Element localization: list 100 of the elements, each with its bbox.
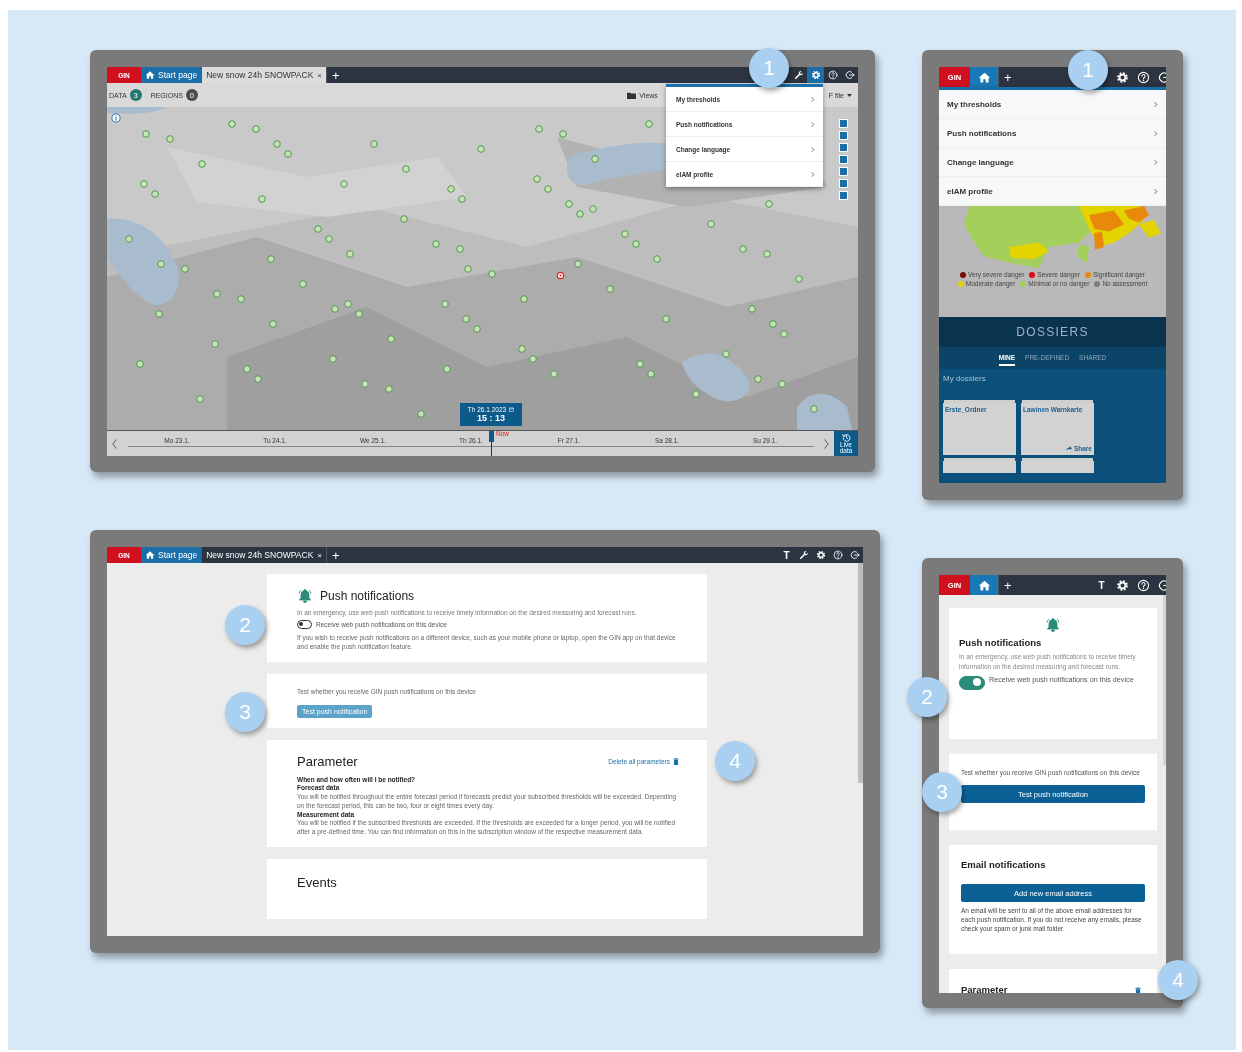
- station-marker[interactable]: [645, 120, 653, 128]
- station-marker[interactable]: [662, 315, 670, 323]
- station-marker[interactable]: [559, 130, 567, 138]
- station-marker[interactable]: [765, 200, 773, 208]
- station-marker[interactable]: [576, 210, 584, 218]
- station-marker[interactable]: [535, 125, 543, 133]
- station-marker[interactable]: [361, 380, 369, 388]
- station-marker[interactable]: [125, 235, 133, 243]
- station-marker[interactable]: [780, 330, 788, 338]
- station-marker[interactable]: [529, 355, 537, 363]
- home-tab[interactable]: Start page: [141, 67, 203, 83]
- station-marker[interactable]: [754, 375, 762, 383]
- station-marker[interactable]: [647, 370, 655, 378]
- station-marker[interactable]: [402, 165, 410, 173]
- station-marker[interactable]: [346, 250, 354, 258]
- station-marker[interactable]: [464, 265, 472, 273]
- station-marker[interactable]: [550, 370, 558, 378]
- station-marker[interactable]: [621, 230, 629, 238]
- station-marker[interactable]: [142, 130, 150, 138]
- close-tab-button[interactable]: ×: [317, 70, 322, 80]
- scrollbar[interactable]: [1163, 595, 1166, 765]
- station-marker[interactable]: [228, 120, 236, 128]
- station-marker[interactable]: [340, 180, 348, 188]
- station-marker[interactable]: [533, 175, 541, 183]
- station-marker[interactable]: [314, 225, 322, 233]
- station-marker[interactable]: [237, 295, 245, 303]
- station-marker[interactable]: [211, 340, 219, 348]
- trash-icon[interactable]: [1135, 987, 1141, 993]
- station-marker[interactable]: [739, 245, 747, 253]
- station-marker[interactable]: [385, 385, 393, 393]
- station-marker[interactable]: [488, 270, 496, 278]
- station-marker[interactable]: [140, 180, 148, 188]
- station-marker[interactable]: [456, 245, 464, 253]
- station-marker[interactable]: [574, 260, 582, 268]
- station-marker[interactable]: [370, 140, 378, 148]
- next-icon[interactable]: [822, 437, 830, 450]
- station-marker[interactable]: [707, 220, 715, 228]
- station-marker[interactable]: [387, 335, 395, 343]
- station-marker[interactable]: [136, 360, 144, 368]
- new-tab-button[interactable]: +: [999, 67, 1017, 87]
- new-tab-button[interactable]: +: [327, 547, 345, 563]
- station-marker[interactable]: [254, 375, 262, 383]
- menu-item[interactable]: My thresholds: [939, 90, 1166, 119]
- text-tool-button[interactable]: T: [778, 547, 795, 563]
- station-marker[interactable]: [462, 315, 470, 323]
- station-marker[interactable]: [269, 320, 277, 328]
- station-marker[interactable]: [606, 285, 614, 293]
- previous-icon[interactable]: [111, 437, 119, 450]
- station-marker[interactable]: [284, 150, 292, 158]
- station-marker[interactable]: [157, 260, 165, 268]
- station-marker[interactable]: [591, 155, 599, 163]
- station-marker[interactable]: [748, 305, 756, 313]
- station-marker[interactable]: [443, 365, 451, 373]
- station-marker[interactable]: [692, 390, 700, 398]
- station-marker[interactable]: [252, 125, 260, 133]
- station-marker[interactable]: [417, 410, 425, 418]
- station-marker[interactable]: [213, 290, 221, 298]
- station-marker[interactable]: [198, 160, 206, 168]
- toggle-switch[interactable]: [959, 675, 985, 690]
- station-marker[interactable]: [166, 135, 174, 143]
- station-marker[interactable]: [520, 295, 528, 303]
- station-marker[interactable]: [810, 405, 818, 413]
- station-marker[interactable]: [632, 240, 640, 248]
- menu-item[interactable]: Push notifications: [939, 119, 1166, 148]
- station-marker[interactable]: [325, 235, 333, 243]
- text-tool-button[interactable]: T: [1091, 575, 1112, 595]
- station-marker[interactable]: [331, 305, 339, 313]
- menu-item[interactable]: eIAM profile: [939, 177, 1166, 206]
- station-marker[interactable]: [273, 140, 281, 148]
- home-tab[interactable]: [970, 67, 999, 87]
- station-marker[interactable]: [181, 265, 189, 273]
- station-marker[interactable]: [763, 250, 771, 258]
- scrollbar[interactable]: [858, 563, 863, 783]
- timeline-handle[interactable]: [489, 431, 494, 456]
- station-marker[interactable]: [722, 350, 730, 358]
- station-marker[interactable]: [441, 300, 449, 308]
- document-tab[interactable]: New snow 24h SNOWPACK ×: [202, 67, 327, 83]
- station-marker[interactable]: [653, 255, 661, 263]
- new-tab-button[interactable]: +: [999, 575, 1017, 595]
- station-marker[interactable]: [769, 320, 777, 328]
- station-marker[interactable]: [196, 395, 204, 403]
- home-tab[interactable]: Start page: [141, 547, 203, 563]
- info-icon[interactable]: [111, 113, 121, 123]
- station-marker[interactable]: [267, 255, 275, 263]
- station-marker[interactable]: [795, 275, 803, 283]
- station-marker[interactable]: [447, 185, 455, 193]
- station-marker[interactable]: [565, 200, 573, 208]
- station-marker[interactable]: [518, 345, 526, 353]
- station-marker[interactable]: [155, 310, 163, 318]
- station-marker[interactable]: [400, 215, 408, 223]
- station-marker[interactable]: [636, 360, 644, 368]
- home-tab[interactable]: [970, 575, 999, 595]
- station-marker[interactable]: [355, 310, 363, 318]
- station-marker[interactable]: [778, 380, 786, 388]
- station-marker[interactable]: [432, 240, 440, 248]
- station-marker[interactable]: [299, 280, 307, 288]
- new-tab-button[interactable]: +: [327, 67, 345, 83]
- station-marker[interactable]: [477, 145, 485, 153]
- station-marker[interactable]: [329, 355, 337, 363]
- station-marker[interactable]: [473, 325, 481, 333]
